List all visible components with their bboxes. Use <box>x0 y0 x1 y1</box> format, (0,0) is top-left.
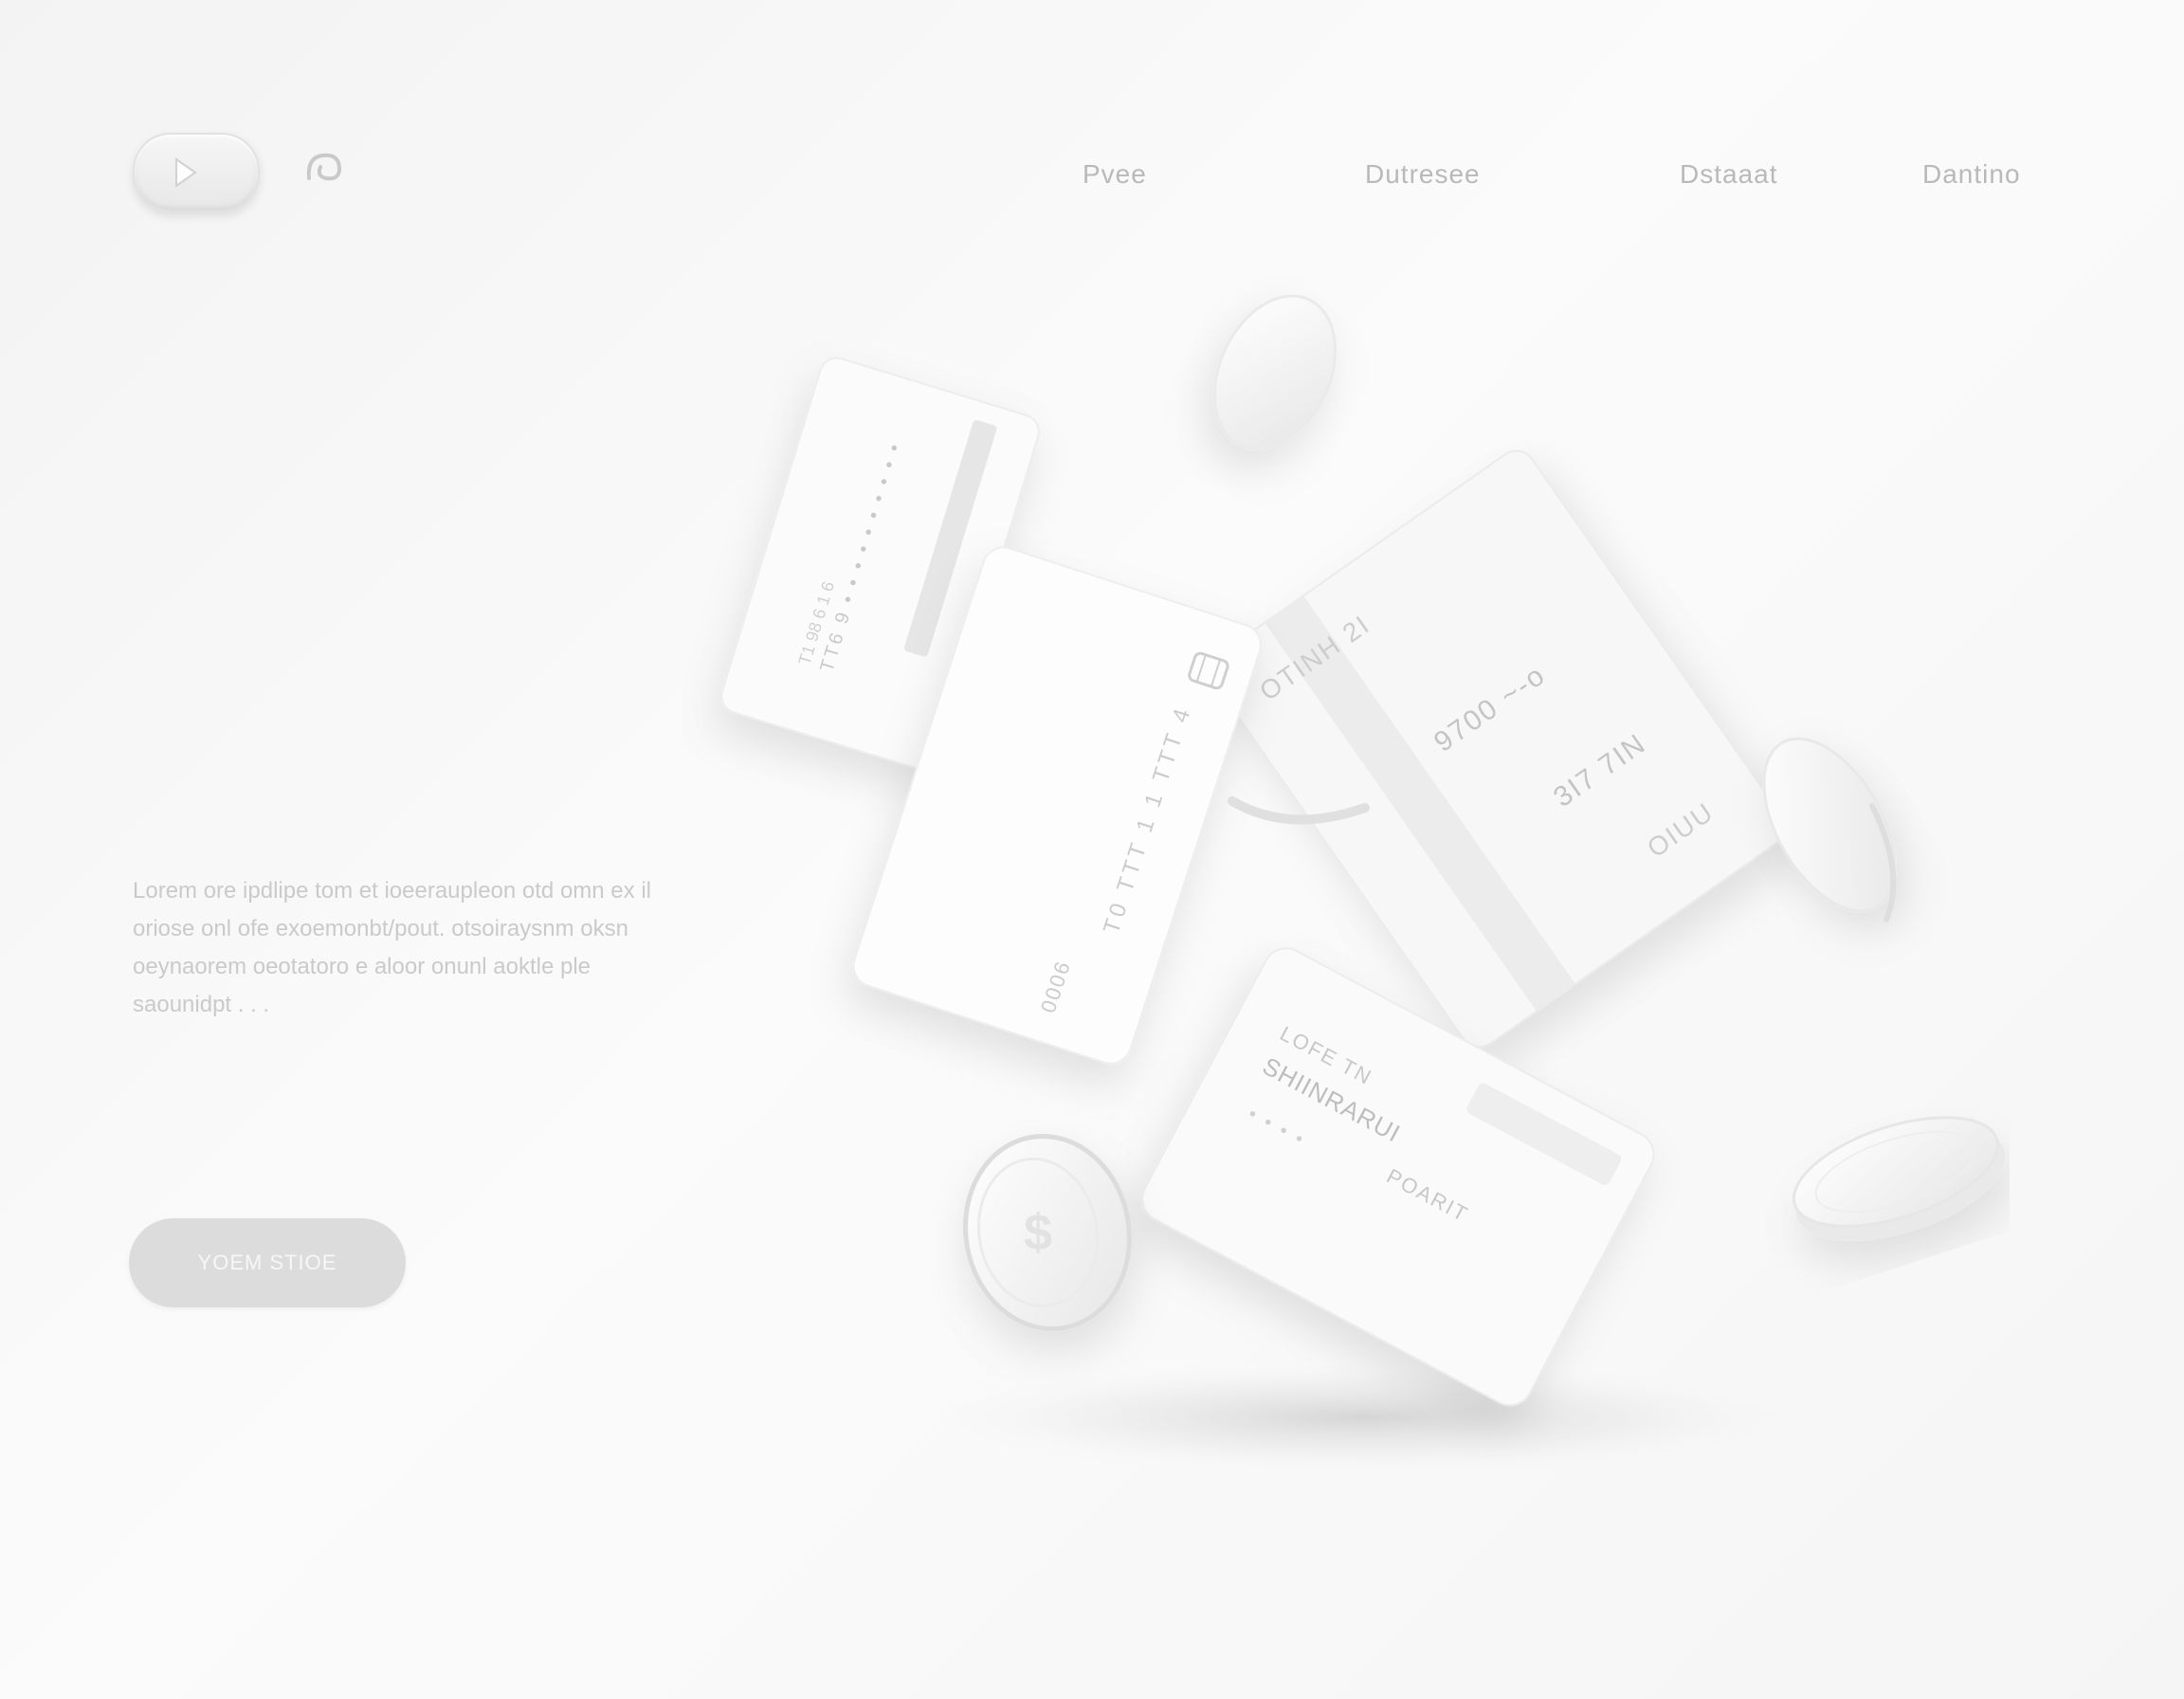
coin-bottom-left: $ <box>962 1133 1133 1332</box>
logo[interactable] <box>133 133 260 212</box>
nav-item-2[interactable]: Dutresee <box>1365 159 1481 190</box>
ground-shadow <box>919 1361 1811 1474</box>
nav-item-4[interactable]: Dantino <box>1922 159 2021 190</box>
coin-bottom-right <box>1792 1116 2006 1241</box>
nav-item-1[interactable]: Pvee <box>1083 159 1147 190</box>
cta-button[interactable]: YOEM STIOE <box>129 1218 406 1307</box>
coin-top <box>1212 294 1338 451</box>
nav-item-3[interactable]: Dstaaat <box>1680 159 1778 190</box>
brand-mark-icon <box>306 153 342 181</box>
cards-illustration: TT6 9 • • • • • • • • • • T1 98 6 1 6 OT… <box>720 294 2006 1474</box>
credit-card-4: LOFE TN SHIINRARUI POARIT • • • • <box>1140 947 1655 1406</box>
coin-dollar-icon: $ <box>1024 1204 1052 1261</box>
logo-chevron-icon <box>175 157 197 188</box>
hero-description: Lorem ore ipdlipe tom et ioeeraupleon ot… <box>133 878 651 1017</box>
